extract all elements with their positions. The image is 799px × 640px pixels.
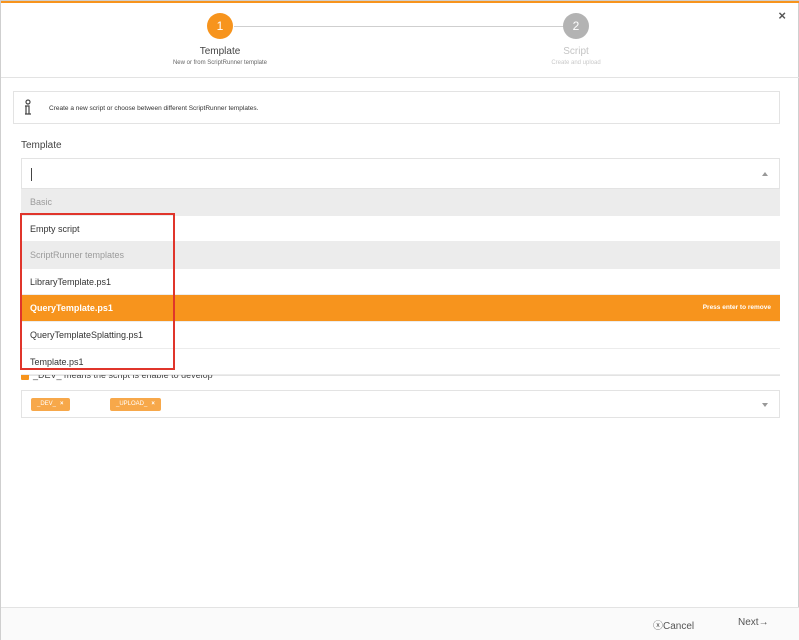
- option-library-template[interactable]: LibraryTemplate.ps1: [21, 268, 780, 296]
- text-cursor: [31, 168, 32, 181]
- tag-label: _UPLOAD_: [116, 401, 148, 407]
- top-accent-bar: [1, 1, 799, 3]
- template-label: Template: [21, 140, 62, 151]
- info-banner: Create a new script or choose between di…: [13, 91, 780, 124]
- step-subtitle: Create and upload: [551, 60, 601, 66]
- template-dropdown-list: Basic Empty script ScriptRunner template…: [21, 189, 780, 376]
- step-title: Script: [563, 46, 589, 57]
- template-select-input[interactable]: [21, 158, 780, 189]
- cancel-circle-icon: ⓧ: [653, 621, 663, 632]
- dialog-footer: ⓧCancel Next→: [1, 608, 799, 640]
- tag-remove-icon[interactable]: ×: [60, 401, 64, 407]
- option-label: QueryTemplate.ps1: [30, 303, 113, 314]
- arrow-right-icon: →: [758, 617, 769, 628]
- option-group-basic: Basic: [21, 189, 780, 216]
- info-icon: [25, 99, 31, 115]
- option-query-template-splatting[interactable]: QueryTemplateSplatting.ps1: [21, 321, 780, 349]
- info-text: Create a new script or choose between di…: [49, 105, 259, 112]
- tag-dev[interactable]: _DEV_ ×: [31, 398, 70, 411]
- step-number: 2: [563, 13, 589, 39]
- next-label: Next: [738, 617, 759, 628]
- wizard-step-template[interactable]: 1 Template New or from ScriptRunner temp…: [120, 13, 320, 66]
- remove-hint: Press enter to remove: [702, 304, 771, 312]
- option-template-ps1[interactable]: Template.ps1: [21, 348, 780, 376]
- tag-upload[interactable]: _UPLOAD_ ×: [110, 398, 161, 411]
- step-number: 1: [207, 13, 233, 39]
- cancel-button[interactable]: ⓧCancel: [653, 617, 694, 632]
- option-empty-script[interactable]: Empty script: [21, 215, 780, 243]
- chevron-down-icon[interactable]: [762, 403, 768, 407]
- header-divider: [1, 77, 799, 78]
- wizard-step-script[interactable]: 2 Script Create and upload: [476, 13, 676, 66]
- close-icon[interactable]: ×: [778, 9, 786, 22]
- option-group-scriptrunner-templates: ScriptRunner templates: [21, 242, 780, 269]
- next-button[interactable]: Next→: [738, 617, 769, 628]
- create-script-dialog: × 1 Template New or from ScriptRunner te…: [0, 0, 799, 640]
- tag-remove-icon[interactable]: ×: [151, 401, 155, 407]
- chevron-up-icon[interactable]: [762, 172, 768, 176]
- cancel-label: Cancel: [663, 621, 695, 632]
- step-title: Template: [199, 46, 241, 57]
- step-subtitle: New or from ScriptRunner template: [172, 60, 268, 66]
- option-query-template[interactable]: QueryTemplate.ps1 Press enter to remove: [21, 295, 780, 322]
- tags-select-input[interactable]: _DEV_ × _UPLOAD_ ×: [21, 390, 780, 418]
- tag-label: _DEV_: [37, 401, 57, 407]
